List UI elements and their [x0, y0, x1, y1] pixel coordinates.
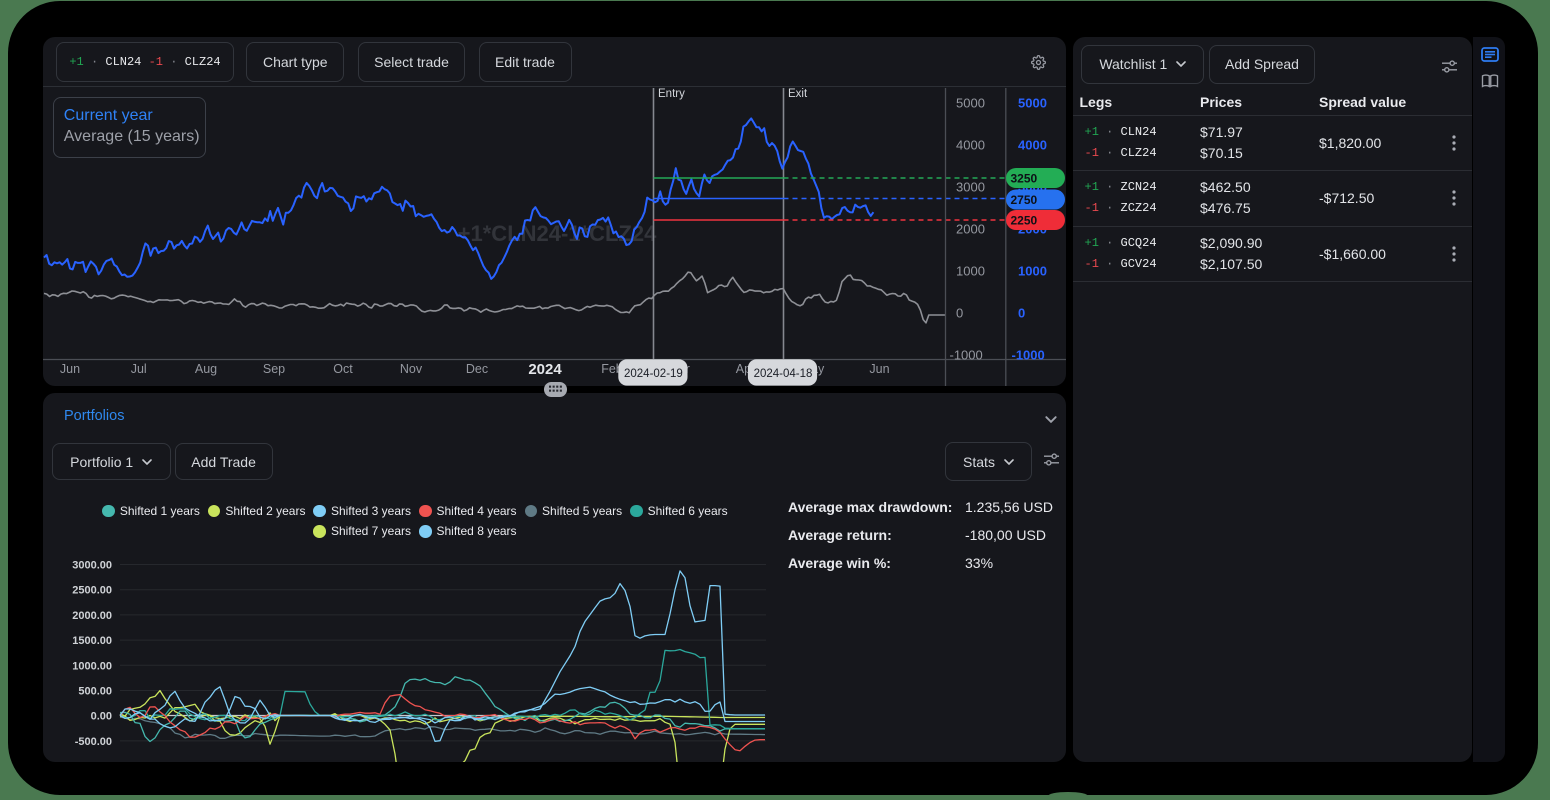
svg-text:0: 0: [1018, 306, 1025, 321]
svg-text:2000.00: 2000.00: [72, 609, 112, 621]
svg-text:-1000.00: -1000.00: [69, 761, 112, 762]
svg-text:2750: 2750: [1011, 193, 1038, 207]
svg-text:3000: 3000: [956, 180, 985, 195]
svg-text:2250: 2250: [1011, 214, 1038, 228]
svg-text:Exit: Exit: [788, 88, 808, 100]
svg-text:0.00: 0.00: [91, 710, 112, 722]
svg-text:2000: 2000: [956, 222, 985, 237]
svg-text:2024-02-19: 2024-02-19: [624, 368, 683, 380]
svg-text:2024: 2024: [528, 361, 562, 378]
svg-text:Jul: Jul: [131, 362, 147, 376]
svg-text:+1*CLN24-1*CLZ24: +1*CLN24-1*CLZ24: [458, 221, 657, 246]
svg-text:Aug: Aug: [195, 362, 217, 376]
svg-text:-1000: -1000: [950, 348, 983, 363]
svg-text:2024-04-18: 2024-04-18: [754, 368, 813, 380]
svg-text:-500.00: -500.00: [75, 735, 112, 747]
svg-text:3250: 3250: [1011, 172, 1038, 186]
svg-text:4000: 4000: [956, 138, 985, 153]
svg-text:1000: 1000: [1018, 264, 1047, 279]
svg-text:Sep: Sep: [263, 362, 285, 376]
svg-text:Oct: Oct: [333, 362, 353, 376]
svg-text:3000.00: 3000.00: [72, 559, 112, 571]
svg-text:1000: 1000: [956, 264, 985, 279]
svg-text:1500.00: 1500.00: [72, 635, 112, 647]
svg-text:Dec: Dec: [466, 362, 488, 376]
svg-text:5000: 5000: [956, 96, 985, 111]
svg-text:5000: 5000: [1018, 96, 1047, 111]
svg-text:-1000: -1000: [1012, 348, 1045, 363]
svg-text:Nov: Nov: [400, 362, 423, 376]
svg-text:Entry: Entry: [658, 88, 685, 100]
svg-text:1000.00: 1000.00: [72, 660, 112, 672]
svg-text:2500.00: 2500.00: [72, 584, 112, 596]
svg-text:0: 0: [956, 306, 963, 321]
svg-text:4000: 4000: [1018, 138, 1047, 153]
svg-text:Jun: Jun: [60, 362, 80, 376]
svg-text:Jun: Jun: [869, 362, 889, 376]
svg-text:500.00: 500.00: [78, 685, 112, 697]
